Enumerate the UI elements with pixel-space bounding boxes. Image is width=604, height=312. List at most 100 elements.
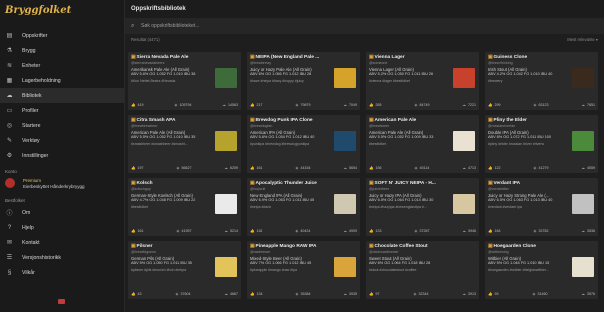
sidebar-item-profiler[interactable]: ▭ Profiler — [0, 103, 124, 118]
language-flag-icon[interactable] — [58, 299, 65, 304]
recipe-card[interactable]: ▣Apocalyptic Thunder Juice @hopcult New En… — [247, 178, 360, 236]
recipe-brewery[interactable]: @darkroastbrewer — [369, 250, 399, 254]
recipe-card[interactable]: ▣American Pale Ale @brewtower American Pal… — [366, 115, 479, 173]
recipe-title[interactable]: ▣Chocolate Coffee Stout — [369, 244, 428, 249]
sort-select[interactable]: Mest relevante ▾ — [567, 37, 598, 42]
recipe-card[interactable]: ▣Sierra Nevada Pale Ale @sierranevadabeer… — [128, 52, 241, 110]
recipe-brewery[interactable]: @brew.thinking — [488, 61, 513, 65]
likes-count[interactable]: 👍 184 — [488, 229, 500, 233]
recipe-brewery[interactable]: @someone — [369, 61, 387, 65]
sidebar-item-vilkår[interactable]: § Vilkår — [0, 265, 124, 280]
recipe-title[interactable]: ▣Pliny the Elder — [488, 118, 527, 123]
current-brewery[interactable]: Premium Eierbeskyttet Hånderkrybryygg — [0, 176, 124, 192]
recipe-title[interactable]: ▣Vienna Lager — [369, 55, 405, 60]
recipe-brewery[interactable]: @sierranevadabeers — [131, 61, 164, 65]
recipe-title[interactable]: ▣Pineapple Mango RAW IPA — [250, 244, 317, 249]
sidebar-item-startere[interactable]: ◎ Startere — [0, 118, 124, 133]
recipe-title[interactable]: ▣Kolsch — [131, 181, 153, 186]
sidebar-item-innstillinger[interactable]: ⚙ Innstillinger — [0, 148, 124, 163]
recipe-brewery[interactable]: @brewbrewbeer — [131, 124, 157, 128]
recipe-title[interactable]: ▣SOFT N' JUICY NEIPA - H... — [369, 181, 436, 186]
saves-count[interactable]: ☁ 14563 — [222, 103, 238, 107]
saves-count[interactable]: ☁ 3913 — [462, 292, 476, 296]
saves-count[interactable]: ☁ 5214 — [224, 229, 238, 233]
likes-count[interactable]: 👍 161 — [250, 166, 262, 170]
recipe-card[interactable]: ▣SOFT N' JUICY NEIPA - H... @juicierbeer J… — [366, 178, 479, 236]
recipe-title[interactable]: ▣Hoegaarden Clone — [488, 244, 536, 249]
recipe-card[interactable]: ▣Pineapple Mango RAW IPA @rawbrewer Mixed-… — [247, 241, 360, 299]
recipe-title[interactable]: ▣Apocalyptic Thunder Juice — [250, 181, 317, 186]
saves-count[interactable]: ☁ 4559 — [581, 166, 595, 170]
recipe-card[interactable]: ▣Pilsner @brewfolgsens German Pils (All Gr… — [128, 241, 241, 299]
sidebar-item-kontakt[interactable]: ✉ Kontakt — [0, 235, 124, 250]
recipe-brewery[interactable]: @juicierbeer — [369, 187, 389, 191]
saves-count[interactable]: ☁ 3536 — [581, 229, 595, 233]
likes-count[interactable]: 👍 161 — [131, 229, 143, 233]
saves-count[interactable]: ☁ 4909 — [343, 229, 357, 233]
recipe-title[interactable]: ▣Verdant IPA — [488, 181, 520, 186]
likes-count[interactable]: 👍 134 — [250, 292, 262, 296]
recipe-brewery[interactable]: @hopcult — [250, 187, 265, 191]
likes-count[interactable]: 👍 197 — [131, 166, 143, 170]
saves-count[interactable]: ☁ 3935 — [343, 292, 357, 296]
likes-count[interactable]: 👍 265 — [369, 103, 381, 107]
recipe-card[interactable]: ▣Pliny the Elder @russianriverfan Double I… — [485, 115, 598, 173]
likes-count[interactable]: 👍 97 — [369, 292, 379, 296]
recipe-card[interactable]: ▣Chocolate Coffee Stout @darkroastbrewer S… — [366, 241, 479, 299]
likes-count[interactable]: 👍 122 — [488, 166, 500, 170]
recipe-title[interactable]: ▣Citra Smash APA — [131, 118, 175, 123]
recipe-brewery[interactable]: @russianriverfan — [488, 124, 515, 128]
likes-count[interactable]: 👍 116 — [250, 229, 262, 233]
likes-count[interactable]: 👍 299 — [488, 103, 500, 107]
sidebar-item-verktøy[interactable]: ✎ Verktøy — [0, 133, 124, 148]
likes-count[interactable]: 👍 43 — [131, 292, 141, 296]
recipe-card[interactable]: ▣Verdant IPA @verdantfan Juicy or Hazy Str… — [485, 178, 598, 236]
recipe-card[interactable]: ▣Guiness Clone @brew.thinking Irish Stout … — [485, 52, 598, 110]
likes-count[interactable]: 👍 217 — [250, 103, 262, 107]
recipe-title[interactable]: ▣Sierra Nevada Pale Ale — [131, 55, 188, 60]
saves-count[interactable]: ☁ 5654 — [343, 166, 357, 170]
recipe-brewery[interactable]: @brewtower — [369, 124, 389, 128]
sidebar-item-bibliotek[interactable]: ☁ Bibliotek — [0, 88, 124, 103]
recipe-brewery[interactable]: @verdantfan — [488, 187, 509, 191]
likes-count[interactable]: 👍 156 — [369, 166, 381, 170]
recipe-card[interactable]: ▣Citra Smash APA @brewbrewbeer American Pa… — [128, 115, 241, 173]
recipe-title[interactable]: ▣Brewdog Punk IPA Clone — [250, 118, 313, 123]
recipe-brewery[interactable]: @brewfolgsens — [131, 250, 156, 254]
recipe-brewery[interactable]: @kolschguy — [131, 187, 151, 191]
search-bar[interactable]: ⌕ Søk oppskriftsbiblioteket... — [125, 18, 604, 34]
saves-count[interactable]: ☁ 3576 — [581, 292, 595, 296]
sidebar-item-versjonshistorikk[interactable]: ☰ Versjonshistorikk — [0, 250, 124, 265]
likes-count[interactable]: 👍 419 — [131, 103, 143, 107]
sidebar-item-lagerbeholdning[interactable]: ▦ Lagerbeholdning — [0, 73, 124, 88]
recipe-card[interactable]: ▣Kolsch @kolschguy German-Style Koelsch (A… — [128, 178, 241, 236]
recipe-title[interactable]: ▣NEIPA (New England Pale ... — [250, 55, 319, 60]
saves-count[interactable]: ☁ 4713 — [462, 166, 476, 170]
recipe-title[interactable]: ▣American Pale Ale — [369, 118, 416, 123]
recipe-card[interactable]: ▣NEIPA (New England Pale ... @brewbrewy Ju… — [247, 52, 360, 110]
app-logo[interactable]: Bryggfolket — [0, 0, 124, 28]
sidebar-item-enheter[interactable]: ≋ Enheter — [0, 58, 124, 73]
likes-count[interactable]: 👍 133 — [369, 229, 381, 233]
recipe-card[interactable]: ▣Vienna Lager @someone Vienna Lager (All G… — [366, 52, 479, 110]
sidebar-item-om[interactable]: ⓘ Om — [0, 205, 124, 220]
saves-count[interactable]: ☁ 6259 — [224, 166, 238, 170]
saves-count[interactable]: ☁ 3946 — [462, 229, 476, 233]
recipe-brewery[interactable]: @witbrewing — [488, 250, 509, 254]
recipe-brewery[interactable]: @brewbrewy — [250, 61, 271, 65]
recipe-title[interactable]: ▣Pilsner — [131, 244, 153, 249]
recipe-card[interactable]: ▣Hoegaarden Clone @witbrewing Witbier (All… — [485, 241, 598, 299]
sidebar-item-oppskrifter[interactable]: ▤ Oppskrifter — [0, 28, 124, 43]
saves-count[interactable]: ☁ 4667 — [224, 292, 238, 296]
recipe-brewery[interactable]: @rawbrewer — [250, 250, 270, 254]
recipe-title[interactable]: ▣Guiness Clone — [488, 55, 527, 60]
search-input[interactable]: Søk oppskriftsbiblioteket... — [141, 23, 199, 29]
recipe-card[interactable]: ▣Brewdog Punk IPA Clone @brewdogfan Americ… — [247, 115, 360, 173]
saves-count[interactable]: ☁ 7651 — [581, 103, 595, 107]
saves-count[interactable]: ☁ 7221 — [462, 103, 476, 107]
saves-count[interactable]: ☁ 7049 — [343, 103, 357, 107]
likes-count[interactable]: 👍 93 — [488, 292, 498, 296]
sidebar-item-hjelp[interactable]: ? Hjelp — [0, 220, 124, 235]
sidebar-item-brygg[interactable]: ⚗ Brygg — [0, 43, 124, 58]
recipe-brewery[interactable]: @brewdogfan — [250, 124, 272, 128]
